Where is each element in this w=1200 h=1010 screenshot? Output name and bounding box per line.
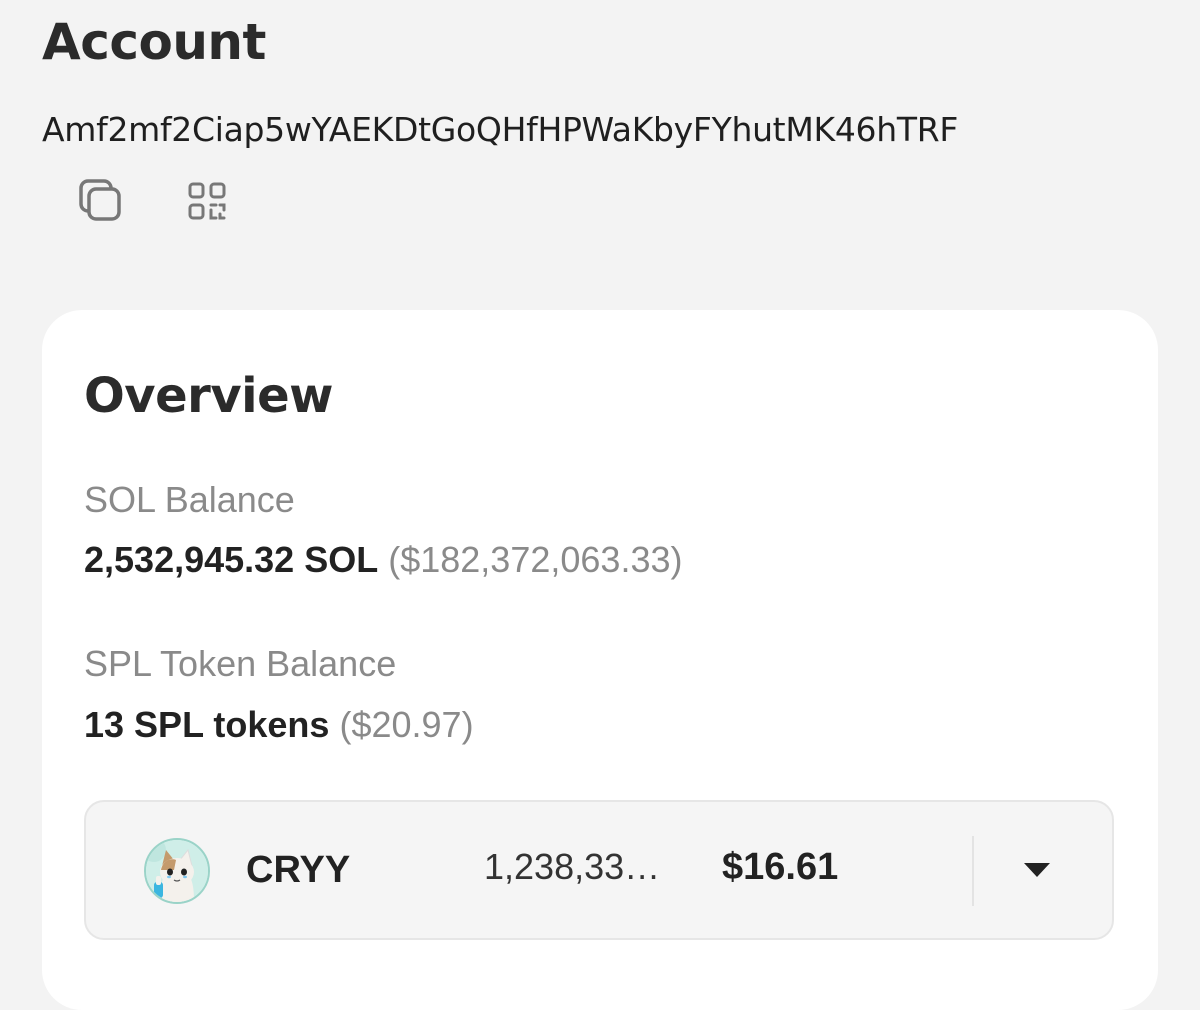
token-symbol: CRYY [246, 849, 351, 891]
token-amount: 1,238,33… [484, 846, 661, 887]
token-usd-value: $16.61 [722, 846, 839, 888]
address-actions [76, 176, 232, 226]
token-expand-button[interactable] [1012, 848, 1062, 892]
cat-token-avatar [144, 838, 210, 904]
caret-down-icon [1024, 863, 1050, 877]
token-row[interactable]: CRYY 1,238,33… $16.61 [84, 800, 1114, 940]
spl-balance-amount: 13 SPL tokens [84, 704, 330, 745]
copy-icon [79, 179, 121, 221]
sol-balance-amount: 2,532,945.32 SOL [84, 539, 379, 580]
divider [972, 836, 974, 906]
overview-card: Overview SOL Balance 2,532,945.32 SOL ($… [42, 310, 1158, 1010]
sol-balance-label: SOL Balance [84, 479, 295, 520]
page-title: Account [42, 13, 266, 71]
spl-balance-label: SPL Token Balance [84, 643, 397, 684]
sol-balance-value: 2,532,945.32 SOL ($182,372,063.33) [84, 538, 682, 582]
sol-balance-usd: ($182,372,063.33) [388, 539, 683, 580]
show-qr-button[interactable] [182, 176, 232, 226]
qr-code-icon [188, 182, 226, 220]
overview-title: Overview [84, 368, 333, 424]
spl-balance-value: 13 SPL tokens ($20.97) [84, 703, 474, 747]
spl-balance-usd: ($20.97) [339, 704, 474, 745]
copy-address-button[interactable] [76, 176, 126, 226]
account-address: Amf2mf2Ciap5wYAEKDtGoQHfHPWaKbyFYhutMK46… [42, 110, 959, 149]
